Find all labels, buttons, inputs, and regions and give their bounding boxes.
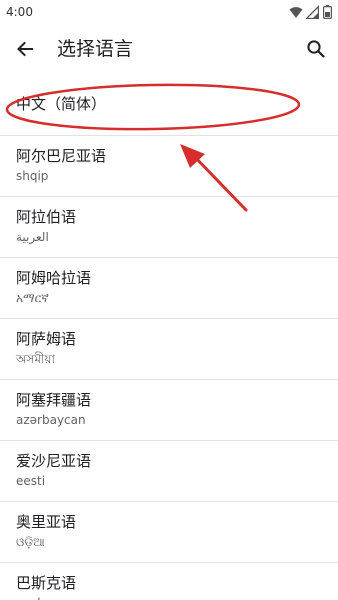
language-name: 爱沙尼亚语 (16, 452, 92, 470)
back-button[interactable] (10, 36, 40, 62)
language-item-chinese-simplified[interactable]: 中文（简体） (0, 77, 338, 136)
search-icon (307, 40, 325, 58)
language-item-albanian[interactable]: 阿尔巴尼亚语 shqip (0, 136, 338, 197)
search-button[interactable] (302, 36, 330, 62)
language-list: 中文（简体） 阿尔巴尼亚语 shqip 阿拉伯语 العربية 阿姆哈拉语 አ… (0, 77, 338, 600)
language-native-name: አማርኛ (16, 291, 49, 305)
language-native-name: ଓଡ଼ିଆ (16, 535, 45, 549)
language-name: 阿尔巴尼亚语 (16, 147, 107, 165)
page-title: 选择语言 (57, 38, 134, 60)
language-name: 阿姆哈拉语 (16, 269, 92, 287)
language-native-name: azərbaycan (16, 413, 86, 427)
language-item-assamese[interactable]: 阿萨姆语 অসমীয়া (0, 319, 338, 380)
language-native-name: العربية (16, 230, 49, 244)
arrow-back-icon (17, 41, 33, 57)
language-name: 阿拉伯语 (16, 208, 77, 226)
app-bar: 选择语言 (0, 24, 338, 74)
status-icons (289, 5, 333, 19)
language-item-estonian[interactable]: 爱沙尼亚语 eesti (0, 441, 338, 502)
language-native-name: shqip (16, 169, 49, 183)
language-settings-screen: 4:00 选择语言 中文（简体） 阿尔巴尼亚语 shqip 阿拉伯语 العرب… (0, 0, 338, 600)
language-item-azerbaijani[interactable]: 阿塞拜疆语 azərbaycan (0, 380, 338, 441)
language-native-name: eesti (16, 474, 46, 488)
language-item-basque[interactable]: 巴斯克语 euskara (0, 563, 338, 600)
language-item-odia[interactable]: 奥里亚语 ଓଡ଼ିଆ (0, 502, 338, 563)
status-bar: 4:00 (0, 0, 338, 24)
language-name: 阿塞拜疆语 (16, 391, 92, 409)
battery-icon (323, 5, 332, 19)
status-time: 4:00 (6, 5, 33, 19)
language-item-arabic[interactable]: 阿拉伯语 العربية (0, 197, 338, 258)
language-item-amharic[interactable]: 阿姆哈拉语 አማርኛ (0, 258, 338, 319)
wifi-icon (289, 7, 303, 18)
language-name: 阿萨姆语 (16, 330, 77, 348)
language-name: 巴斯克语 (16, 574, 77, 592)
language-name: 奥里亚语 (16, 513, 77, 531)
language-native-name: euskara (16, 595, 64, 600)
language-native-name: অসমীয়া (16, 352, 55, 366)
signal-icon (306, 5, 319, 19)
language-name: 中文（简体） (16, 95, 107, 113)
